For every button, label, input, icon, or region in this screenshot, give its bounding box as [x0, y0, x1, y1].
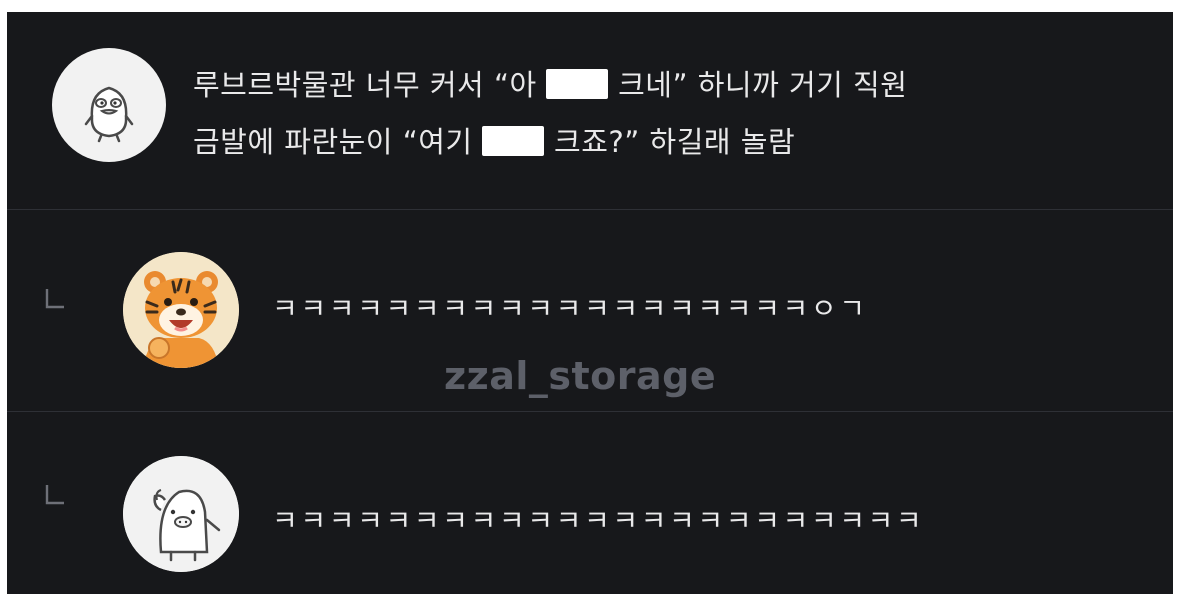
reply-arrow-icon [45, 485, 64, 505]
tiger-avatar-icon[interactable] [123, 252, 239, 368]
comment-text: 루브르박물관 너무 커서 “아 [193, 68, 547, 102]
comment-text: 금발에 파란눈이 “여기 [193, 125, 483, 159]
comment-thread: 루브르박물관 너무 커서 “아 크네” 하니까 거기 직원 금발에 파란눈이 “… [7, 12, 1173, 594]
penguin-avatar-icon[interactable] [52, 48, 166, 162]
pig-avatar-icon[interactable] [123, 456, 239, 572]
reply-arrow-icon [45, 289, 64, 309]
comment: 루브르박물관 너무 커서 “아 크네” 하니까 거기 직원 금발에 파란눈이 “… [7, 12, 1173, 209]
reply-comment: ㅋㅋㅋㅋㅋㅋㅋㅋㅋㅋㅋㅋㅋㅋㅋㅋㅋㅋㅋㅋㅋㅋㅋ [7, 412, 1173, 594]
comment-text: ㅋㅋㅋㅋㅋㅋㅋㅋㅋㅋㅋㅋㅋㅋㅋㅋㅋㅋㅋㅋㅋㅋㅋ [272, 504, 925, 537]
censor-block [482, 126, 545, 156]
comment-text-line-2: 금발에 파란눈이 “여기 크죠?” 하길래 놀람 [193, 120, 795, 164]
comment-text: ㅋㅋㅋㅋㅋㅋㅋㅋㅋㅋㅋㅋㅋㅋㅋㅋㅋㅋㅋㅇㄱ [272, 292, 868, 325]
comment-text: 크네” 하니까 거기 직원 [608, 68, 908, 102]
watermark: zzal_storage [444, 354, 717, 398]
censor-block [546, 69, 609, 99]
comment-text: 크죠?” 하길래 놀람 [544, 125, 796, 159]
comment-text-line-1: 루브르박물관 너무 커서 “아 크네” 하니까 거기 직원 [193, 63, 907, 107]
